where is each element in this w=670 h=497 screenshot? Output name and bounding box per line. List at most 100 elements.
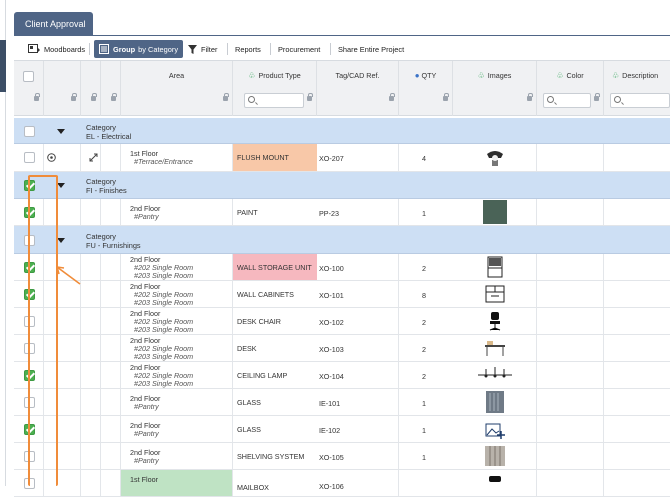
product-type-cell[interactable]: CEILING LAMP xyxy=(233,362,317,388)
qty-cell[interactable]: 1 xyxy=(409,209,439,218)
product-type-cell[interactable]: GLASS xyxy=(233,389,317,415)
header-tag[interactable]: Tag/CAD Ref. xyxy=(317,61,399,116)
room-label: #203 Single Room xyxy=(134,271,194,280)
tag-cell[interactable]: IE-101 xyxy=(319,399,340,408)
mailbox-image[interactable] xyxy=(483,473,507,497)
tag-cell[interactable]: PP-23 xyxy=(319,209,339,218)
header-misc-col xyxy=(101,61,121,116)
qty-cell[interactable]: 1 xyxy=(409,399,439,408)
qty-cell[interactable]: 1 xyxy=(409,426,439,435)
reports-button[interactable]: Reports xyxy=(235,40,261,58)
wall-cabinet-image[interactable] xyxy=(483,282,507,306)
qty-cell[interactable]: 2 xyxy=(409,372,439,381)
header-qty[interactable]: ● QTY xyxy=(399,61,453,116)
header-area[interactable]: Area xyxy=(121,61,233,116)
qty-cell[interactable]: 2 xyxy=(409,318,439,327)
collapse-caret-icon[interactable] xyxy=(57,129,65,134)
description-search-input[interactable] xyxy=(610,93,670,108)
row-checkbox[interactable] xyxy=(24,152,35,163)
tag-cell[interactable]: XO-104 xyxy=(319,372,344,381)
qty-column-title: QTY xyxy=(421,71,437,80)
tag-cell[interactable]: XO-207 xyxy=(319,154,344,163)
add-image-icon[interactable] xyxy=(483,419,507,443)
area-cell: 2nd Floor #202 Single Room #203 Single R… xyxy=(130,310,193,334)
grid-header: Area ♧ Product Type Tag/CAD Ref. ● QTY ♧ Im… xyxy=(14,61,670,116)
product-type-cell[interactable]: GLASS xyxy=(233,416,317,442)
product-type-cell[interactable]: DESK xyxy=(233,335,317,361)
qty-cell[interactable]: 2 xyxy=(409,264,439,273)
product-type-cell[interactable]: WALL STORAGE UNIT xyxy=(233,254,317,280)
desk-chair-image[interactable] xyxy=(483,309,507,333)
glass-image[interactable] xyxy=(483,390,507,414)
room-label: #Pantry xyxy=(134,402,159,411)
category-label: Category EL - Electrical xyxy=(86,123,131,141)
category-row-furnishings[interactable]: Category FU - Furnishings xyxy=(14,226,670,254)
expand-icon[interactable] xyxy=(89,153,98,162)
category-name: FU - Furnishings xyxy=(86,241,141,250)
product-type-cell[interactable]: WALL CABINETS xyxy=(233,281,317,307)
moodboards-button[interactable]: Moodboards xyxy=(28,40,85,58)
tab-client-approval[interactable]: Client Approval xyxy=(14,12,93,35)
table-row[interactable]: 2nd Floor #202 Single Room #203 Single R… xyxy=(14,362,670,389)
target-icon[interactable] xyxy=(47,153,56,162)
tag-cell[interactable]: XO-103 xyxy=(319,345,344,354)
info-icon: ● xyxy=(414,71,420,80)
paint-swatch[interactable] xyxy=(483,200,507,224)
header-select-col xyxy=(14,61,44,116)
tag-cell[interactable]: XO-105 xyxy=(319,453,344,462)
desk-image[interactable] xyxy=(483,336,507,360)
product-type-cell[interactable]: MAILBOX xyxy=(233,478,317,496)
table-row[interactable]: 2nd Floor #Pantry PAINT PP-23 1 xyxy=(14,199,670,226)
category-row-electrical[interactable]: Category EL - Electrical xyxy=(14,118,670,144)
room-label: #Pantry xyxy=(134,456,159,465)
collapse-caret-icon[interactable] xyxy=(57,183,65,188)
product-type-search-input[interactable] xyxy=(244,93,304,108)
table-row[interactable]: 2nd Floor #202 Single Room #203 Single R… xyxy=(14,254,670,281)
table-row[interactable]: 2nd Floor #202 Single Room #203 Single R… xyxy=(14,335,670,362)
share-project-button[interactable]: Share Entire Project xyxy=(338,40,404,58)
category-heading: Category xyxy=(86,123,116,132)
procurement-button[interactable]: Procurement xyxy=(278,40,320,58)
list-icon xyxy=(99,44,109,54)
qty-cell[interactable]: 4 xyxy=(409,154,439,163)
table-row[interactable]: 1st Floor MAILBOX XO-106 xyxy=(14,470,670,497)
tag-cell[interactable]: IE-102 xyxy=(319,426,340,435)
product-type-cell[interactable]: FLUSH MOUNT xyxy=(233,144,317,171)
shelving-image[interactable] xyxy=(483,444,507,468)
filter-button[interactable]: Filter xyxy=(188,40,217,58)
tag-cell[interactable]: XO-100 xyxy=(319,264,344,273)
storage-unit-image[interactable] xyxy=(483,255,507,279)
select-all-checkbox[interactable] xyxy=(23,71,34,82)
product-type-cell[interactable]: SHELVING SYSTEM xyxy=(233,443,317,469)
color-search-input[interactable] xyxy=(543,93,591,108)
category-row-finishes[interactable]: Category FI - Finishes xyxy=(14,172,670,199)
header-color[interactable]: ♧ Color xyxy=(537,61,604,116)
table-row[interactable]: 2nd Floor #Pantry GLASS IE-102 1 xyxy=(14,416,670,443)
table-row[interactable]: 1st Floor #Terrace/Entrance FLUSH MOUNT … xyxy=(14,144,670,172)
tag-cell[interactable]: XO-101 xyxy=(319,291,344,300)
lamp-image[interactable] xyxy=(483,146,507,170)
table-row[interactable]: 2nd Floor #Pantry GLASS IE-101 1 xyxy=(14,389,670,416)
table-row[interactable]: 2nd Floor #202 Single Room #203 Single R… xyxy=(14,281,670,308)
collapse-caret-icon[interactable] xyxy=(57,238,65,243)
product-type-cell[interactable]: PAINT xyxy=(233,199,317,225)
group-by-category-button[interactable]: Group by Category xyxy=(94,40,184,58)
tag-cell[interactable]: XO-102 xyxy=(319,318,344,327)
lock-icon xyxy=(71,93,77,101)
qty-cell[interactable]: 1 xyxy=(409,453,439,462)
tab-bar: Client Approval xyxy=(14,12,670,35)
leaf-icon: ♧ xyxy=(248,71,256,80)
table-row[interactable]: 2nd Floor #Pantry SHELVING SYSTEM XO-105… xyxy=(14,443,670,470)
table-row[interactable]: 2nd Floor #202 Single Room #203 Single R… xyxy=(14,308,670,335)
header-description[interactable]: ♧ Description xyxy=(604,61,670,116)
search-icon xyxy=(248,96,255,103)
header-images[interactable]: ♧ Images xyxy=(453,61,537,116)
row-checkbox[interactable] xyxy=(24,126,35,137)
ceiling-lamp-image[interactable] xyxy=(476,363,514,387)
qty-cell[interactable]: 8 xyxy=(409,291,439,300)
toolbar-divider xyxy=(89,43,90,55)
header-product-type[interactable]: ♧ Product Type xyxy=(233,61,317,116)
product-type-cell[interactable]: DESK CHAIR xyxy=(233,308,317,334)
tag-cell[interactable]: XO-106 xyxy=(319,482,344,491)
qty-cell[interactable]: 2 xyxy=(409,345,439,354)
